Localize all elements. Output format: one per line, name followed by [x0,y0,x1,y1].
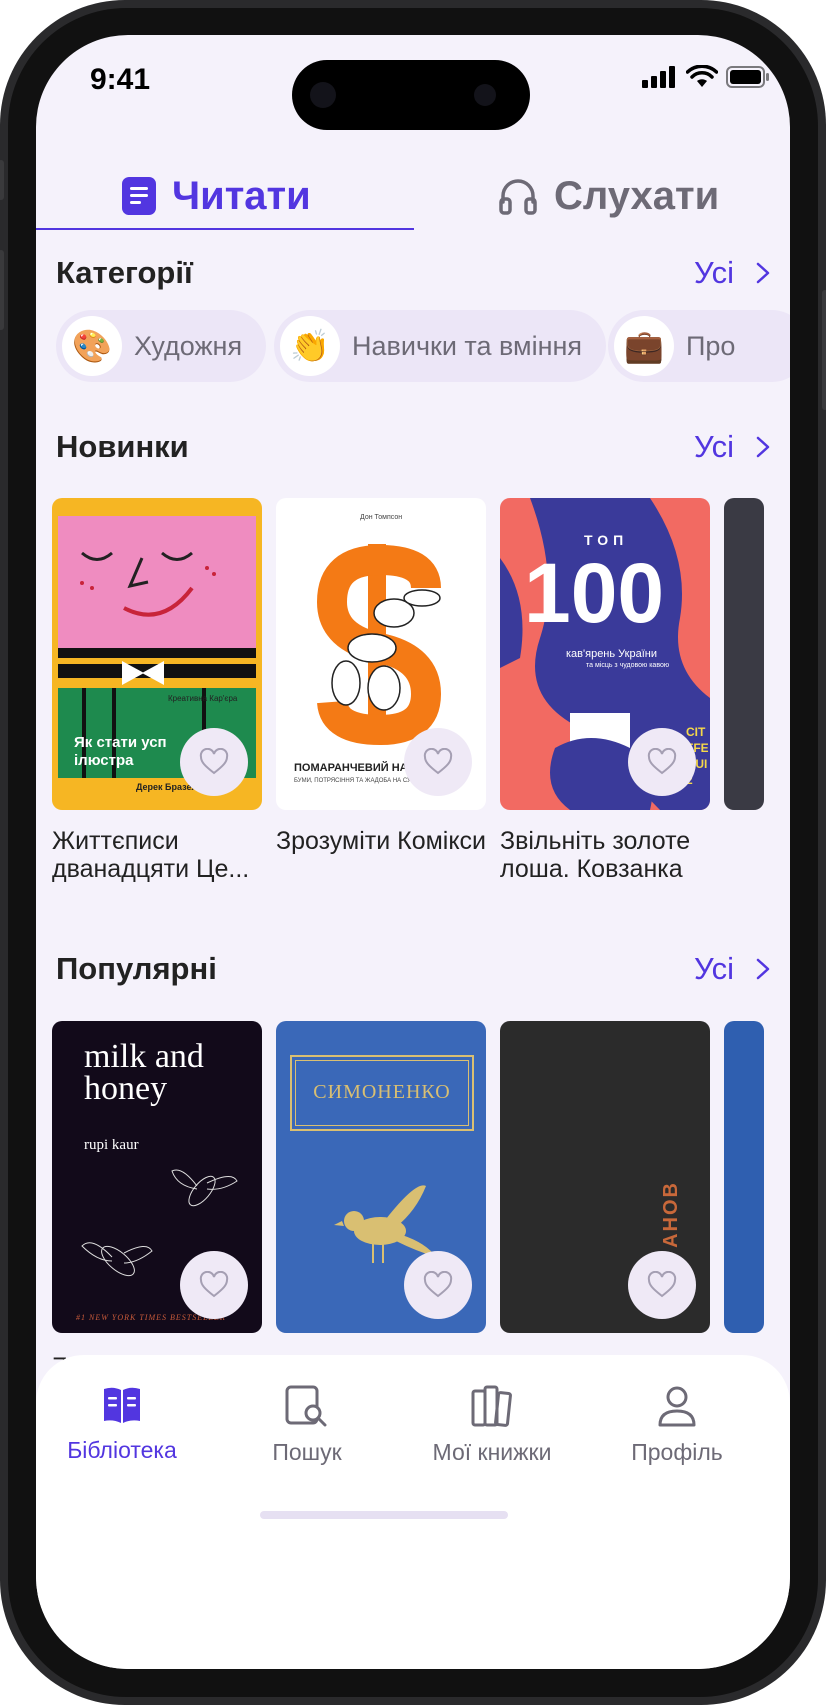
profile-icon [658,1386,696,1427]
tab-listen[interactable]: Слухати [498,160,719,232]
favorite-button[interactable] [404,1251,472,1319]
book-cover[interactable]: Креативна Кар'єра Як стати усп ілюстра Д… [52,498,262,810]
nav-library[interactable]: Бібліотека [37,1385,207,1464]
heart-icon [423,748,453,775]
library-book-icon [104,1387,140,1423]
volume-up-button [0,250,4,330]
cover-subtitle-2: та місць з чудовою кавою [586,662,670,669]
nav-label: Бібліотека [67,1437,177,1463]
category-label: Про [686,330,736,361]
categories-header: Категорії Усі [56,251,770,295]
cover-subtitle: БУМИ, ПОТРЯСІННЯ ТА ЖАДОБА НА СУ [294,778,411,784]
signal-icon [642,66,675,88]
dynamic-island [292,60,530,130]
clapping-hands-emoji-icon: 👏 [280,316,340,376]
silent-switch [0,160,4,200]
tab-read[interactable]: Читати [122,160,311,232]
status-icons [642,65,770,89]
category-chip-business[interactable]: 💼 Про [608,310,790,382]
cover-series: Креативна Кар'єра [168,694,238,703]
category-label: Навички та вміння [352,330,583,361]
nav-search[interactable]: Пошук [222,1385,392,1466]
favorite-button[interactable] [180,1251,248,1319]
my-books-icon [471,1385,512,1427]
chevron-right-icon [756,262,770,284]
heart-icon [647,748,677,775]
see-all-label: Усі [693,429,734,464]
see-all-label: Усі [693,255,734,290]
screen: 9:41 Читати Слухати Категорії Усі 🎨 Худо… [36,35,790,1669]
popular-title: Популярні [56,951,217,986]
heart-icon [199,748,229,775]
tab-read-label: Читати [172,173,311,218]
book-title[interactable]: Зрозуміти Комікси [276,827,500,855]
book-cover[interactable]: СИМОНЕНКО [276,1021,486,1333]
see-all-label: Усі [693,951,734,986]
book-cover[interactable]: ТОП 100 кав'ярень України та місць з чуд… [500,498,710,810]
category-label: Художня [134,330,243,361]
top-tabs: Читати Слухати [36,160,790,232]
book-cover-partial[interactable] [724,1021,764,1333]
category-chip-fiction[interactable]: 🎨 Художня [56,310,267,382]
nav-label: Профіль [631,1439,723,1465]
categories-list: 🎨 Художня 👏 Навички та вміння 💼 Про [56,310,790,382]
nav-profile[interactable]: Профіль [592,1385,762,1466]
cover-title: 100 [524,546,665,640]
palette-emoji-icon: 🎨 [62,316,122,376]
power-button [822,290,826,410]
book-cover-partial[interactable] [724,498,764,810]
book-cover[interactable]: milk and honey rupi kaur #1 NEW YORK TIM… [52,1021,262,1333]
battery-icon [726,66,769,88]
book-cover[interactable]: Дон Томпсон ПОМАРАНЧЕВИЙ НА БУМИ, ПОТРЯС… [276,498,486,810]
document-icon [122,177,156,215]
category-chip-skills[interactable]: 👏 Навички та вміння [274,310,607,382]
tab-listen-label: Слухати [554,173,720,218]
favorite-button[interactable] [628,728,696,796]
wifi-icon [686,65,718,87]
chevron-right-icon [756,958,770,980]
nav-my-books[interactable]: Мої книжки [407,1385,577,1466]
sensor-icon [474,84,496,106]
status-time: 9:41 [90,63,151,96]
categories-title: Категорії [56,255,193,290]
chevron-right-icon [756,436,770,458]
phone-frame: 9:41 Читати Слухати Категорії Усі 🎨 Худо… [0,0,826,1705]
heart-icon [423,1271,453,1298]
headphones-icon [499,179,537,215]
heart-icon [199,1271,229,1298]
cover-title: ПОМАРАНЧЕВИЙ НА [294,762,408,774]
heart-icon [647,1271,677,1298]
cover-side-text: АНОВ [660,1181,682,1248]
categories-see-all[interactable]: Усі [694,255,770,291]
favorite-button[interactable] [180,728,248,796]
popular-header: Популярні Усі [56,947,770,991]
favorite-button[interactable] [628,1251,696,1319]
new-books-title: Новинки [56,429,189,464]
nav-label: Мої книжки [432,1439,552,1465]
book-cover[interactable]: АНОВ [500,1021,710,1333]
cover-subtitle: кав'ярень України [566,648,657,660]
new-books-see-all[interactable]: Усі [694,429,770,465]
new-books-header: Новинки Усі [56,425,770,469]
home-indicator[interactable] [260,1511,508,1519]
book-title[interactable]: Звільніть золоте лоша. Ковзанка [500,827,724,883]
tab-indicator [36,228,414,230]
favorite-button[interactable] [404,728,472,796]
camera-icon [310,82,336,108]
cover-author: Дон Томпсон [360,514,403,521]
search-book-icon [285,1385,327,1427]
briefcase-emoji-icon: 💼 [614,316,674,376]
book-title[interactable]: Життєписи дванадцяти Це... [52,827,276,883]
nav-label: Пошук [272,1439,342,1465]
popular-see-all[interactable]: Усі [694,951,770,987]
